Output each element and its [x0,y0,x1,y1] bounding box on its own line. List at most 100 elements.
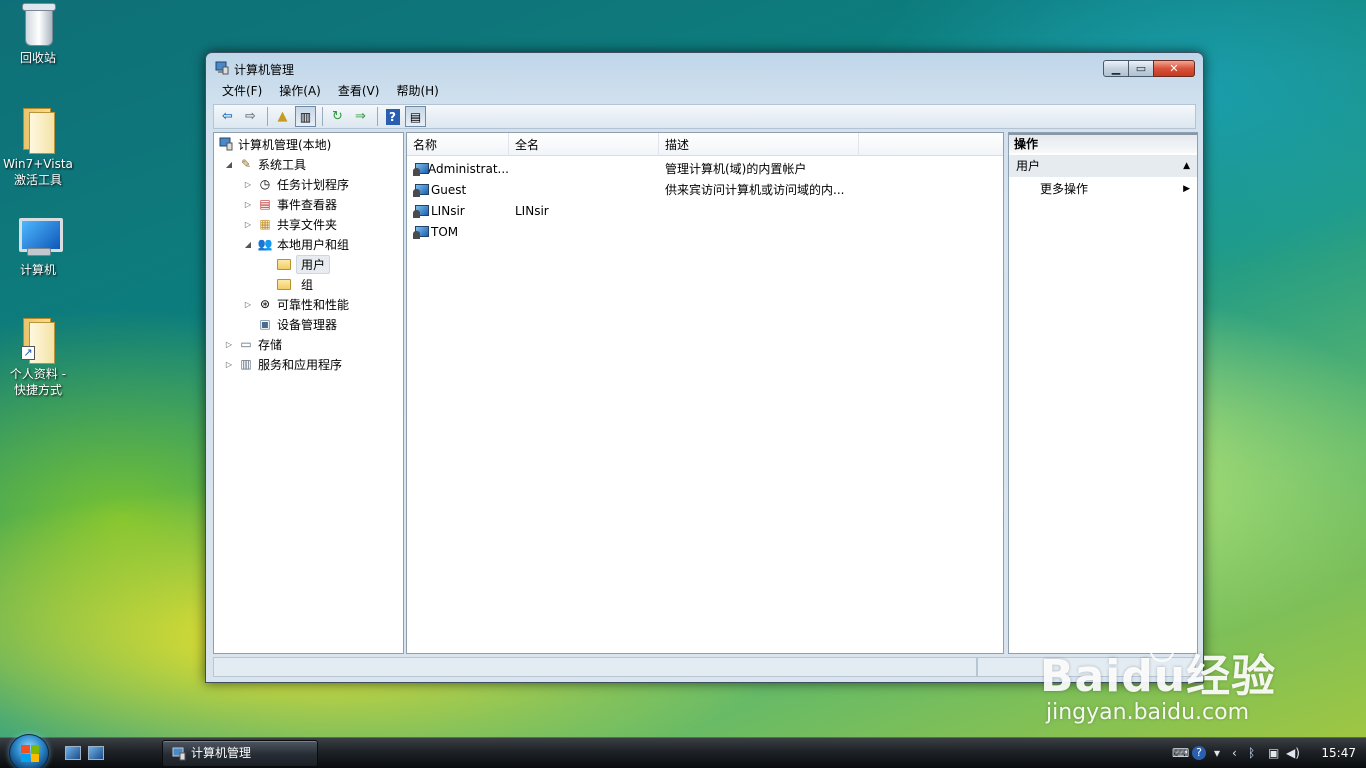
event-viewer-icon: ▤ [259,197,271,211]
tree-item-root[interactable]: 计算机管理(本地) [218,134,331,154]
device-manager-icon: ▣ [259,317,271,331]
forward-button[interactable]: ⇨ [240,106,261,127]
clock[interactable]: 15:47 [1321,746,1356,760]
toolbar-separator [267,107,268,126]
caption-buttons: ▁ ▭ ✕ [1103,60,1195,77]
expand-arrow-icon[interactable]: ▷ [243,180,253,189]
minimize-button[interactable]: ▁ [1103,60,1129,77]
expand-arrow-icon[interactable]: ▷ [224,340,234,349]
tree-item-users[interactable]: 用户 [276,254,331,274]
watermark-main: Baidu经验 [1040,651,1277,702]
more-actions-item[interactable]: 更多操作 ▶ [1009,179,1197,199]
shortcut-arrow-icon: ↗ [21,346,35,360]
desktop-icon-label: Win7+Vista 激活工具 [3,157,73,187]
bluetooth-icon[interactable]: ᛒ [1248,746,1255,760]
tree-label: 设备管理器 [277,317,338,332]
tree-item-device-manager[interactable]: ▣ 设备管理器 [257,314,337,334]
collapse-arrow-icon[interactable]: ◢ [224,160,234,169]
switch-windows-icon[interactable] [88,746,104,760]
network-icon[interactable]: ▣ [1268,746,1279,760]
tree-item-event-viewer[interactable]: ▷ ▤ 事件查看器 [243,194,337,214]
expand-arrow-icon[interactable]: ▷ [243,220,253,229]
menu-help[interactable]: 帮助(H) [387,81,446,102]
tree-item-storage[interactable]: ▷ ▭ 存储 [224,334,282,354]
user-account-icon [413,182,429,198]
column-header-name[interactable]: 名称 [407,133,509,156]
help-button[interactable]: ? [382,106,403,127]
collapse-arrow-icon[interactable]: ◢ [243,240,253,249]
desktop-icon-computer[interactable]: 计算机 [0,216,76,278]
tree-item-local-users-groups[interactable]: ◢ 👥 本地用户和组 [243,234,349,254]
desktop-icon-personal-shortcut[interactable]: ↗ 个人资料 - 快捷方式 [0,316,76,398]
recycle-bin-icon [19,2,57,46]
cell-name: Guest [407,182,509,198]
system-tray: ⌨ ? ▾ ‹ ᛒ ▣ ◀) 15:47 [1166,738,1366,768]
toolbar-separator [377,107,378,126]
services-icon: ▥ [240,357,252,371]
list-row-user[interactable]: Guest 供来宾访问计算机或访问域的内... [407,179,859,200]
cell-name: Administrat... [407,161,509,177]
desktop-icon-win7-vista[interactable]: Win7+Vista 激活工具 [0,106,76,188]
back-button[interactable]: ⇦ [217,106,238,127]
menu-action[interactable]: 操作(A) [270,81,329,102]
actions-header: 操作 [1009,133,1197,153]
volume-icon[interactable]: ◀) [1286,746,1300,760]
close-button[interactable]: ✕ [1153,60,1195,77]
start-button[interactable] [9,734,49,768]
help-tray-icon[interactable]: ? [1192,746,1206,760]
export-list-button[interactable]: ⇒ [350,106,371,127]
collapse-up-icon[interactable]: ▲ [1183,155,1190,177]
list-row-user[interactable]: LINsir LINsir [407,200,859,221]
cell-name: TOM [407,224,509,240]
up-icon: ▲ [277,109,288,124]
column-header-fullname[interactable]: 全名 [509,133,659,156]
maximize-button[interactable]: ▭ [1128,60,1154,77]
storage-icon: ▭ [240,337,252,351]
tree-item-reliability-performance[interactable]: ▷ ⊛ 可靠性和性能 [243,294,349,314]
actions-section-label: 用户 [1016,159,1041,173]
tree-label: 计算机管理(本地) [238,137,332,152]
expand-arrow-icon[interactable]: ▷ [243,200,253,209]
actions-section-users[interactable]: 用户 ▲ [1009,155,1197,177]
taskbar-button-computer-management[interactable]: 计算机管理 [162,740,318,767]
tree-item-task-scheduler[interactable]: ▷ ◷ 任务计划程序 [243,174,349,194]
refresh-button[interactable]: ↻ [327,106,348,127]
more-actions-label: 更多操作 [1040,182,1089,196]
show-hide-tree-button[interactable]: ▥ [295,106,316,127]
tree-item-system-tools[interactable]: ◢ ✎ 系统工具 [224,154,306,174]
tools-icon: ✎ [240,157,252,171]
menu-bar: 文件(F) 操作(A) 查看(V) 帮助(H) [213,81,1196,102]
menu-file[interactable]: 文件(F) [213,81,270,102]
up-button[interactable]: ▲ [272,106,293,127]
folder-icon [19,106,57,154]
column-header-description[interactable]: 描述 [659,133,859,156]
actions-pane: 操作 用户 ▲ 更多操作 ▶ [1008,132,1198,654]
tree-item-groups[interactable]: 组 [276,274,313,294]
expand-arrow-icon[interactable]: ▷ [224,360,234,369]
folder-shortcut-icon: ↗ [19,316,57,364]
keyboard-icon[interactable]: ⌨ [1172,746,1189,760]
title-bar[interactable]: 计算机管理 ▁ ▭ ✕ [206,53,1203,81]
close-icon: ✕ [1169,62,1179,75]
users-list-view: 名称 全名 描述 Administrat... 管理计算机(域)的内置帐户 Gu… [406,132,1004,654]
show-hide-action-button[interactable]: ▤ [405,106,426,127]
show-hidden-icons[interactable]: ‹ [1232,746,1237,760]
list-row-user[interactable]: Administrat... 管理计算机(域)的内置帐户 [407,158,859,179]
list-row-user[interactable]: TOM [407,221,859,242]
back-icon: ⇦ [222,109,233,124]
computer-management-icon [219,137,233,151]
taskbar-button-label: 计算机管理 [191,746,252,760]
user-name: TOM [431,224,459,239]
user-account-icon [413,224,429,240]
tree-label: 服务和应用程序 [258,357,343,372]
menu-view[interactable]: 查看(V) [329,81,388,102]
desktop-icon-recycle-bin[interactable]: 回收站 [0,2,76,66]
tree-item-shared-folders[interactable]: ▷ ▦ 共享文件夹 [243,214,337,234]
show-desktop-icon[interactable] [65,746,81,760]
user-account-icon [413,203,429,219]
expand-arrow-icon[interactable]: ▷ [243,300,253,309]
submenu-arrow-icon: ▶ [1183,184,1190,194]
tree-item-services-applications[interactable]: ▷ ▥ 服务和应用程序 [224,354,342,374]
show-hide-tree-icon: ▥ [299,109,312,124]
language-bar-icon[interactable]: ▾ [1214,746,1220,760]
